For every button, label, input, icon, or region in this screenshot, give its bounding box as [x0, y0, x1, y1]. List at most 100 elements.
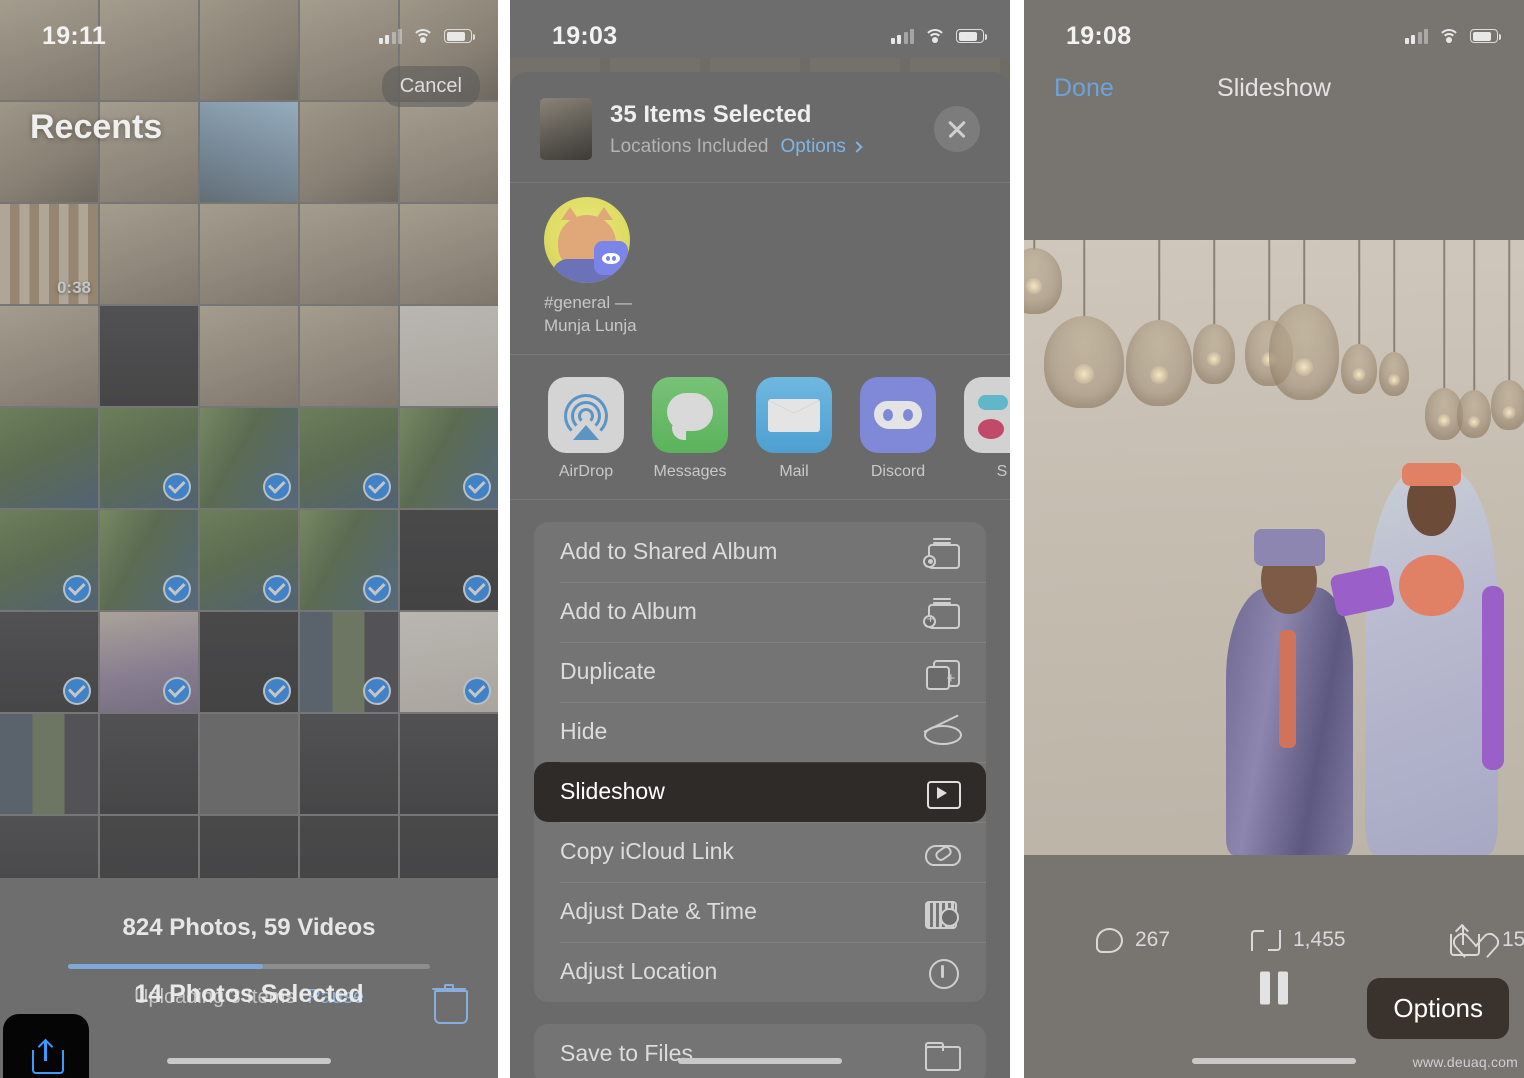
share-app-label: Discord — [870, 462, 926, 480]
photo-cell[interactable] — [400, 714, 498, 814]
action-hide[interactable]: Hide — [534, 701, 986, 762]
action-label: Duplicate — [560, 658, 656, 685]
photo-cell-selected[interactable] — [300, 510, 398, 610]
photos-bottom-bar: 824 Photos, 59 Videos Uploading 3 Items P… — [0, 878, 498, 1078]
photo-cell-selected[interactable] — [200, 612, 298, 712]
action-save-to-files[interactable]: Save to Files — [534, 1024, 986, 1078]
discord-icon — [860, 376, 936, 453]
options-button[interactable]: Options — [1367, 978, 1509, 1039]
selection-thumbnail — [540, 98, 592, 160]
selected-check-icon — [463, 575, 491, 603]
photo-cell-selected[interactable] — [300, 408, 398, 508]
photo-cell-selected[interactable] — [200, 510, 298, 610]
action-adjust-location[interactable]: Adjust Location — [534, 941, 986, 1002]
partial-app-icon — [964, 376, 1010, 453]
action-label: Add to Shared Album — [560, 538, 778, 565]
locations-included-label: Locations Included — [610, 135, 769, 157]
metric-retweets[interactable]: 1,455 — [1251, 928, 1346, 952]
share-app-discord[interactable]: Discord — [860, 376, 936, 481]
photo-cell[interactable] — [0, 714, 98, 814]
photo-cell-selected[interactable] — [0, 510, 98, 610]
action-add-to-shared-album[interactable]: Add to Shared Album — [534, 522, 986, 582]
share-sheet-header: 35 Items Selected Locations Included Opti… — [510, 72, 1010, 183]
contact-item[interactable]: #general — Munja Lunja — [544, 197, 648, 338]
photo-cell[interactable] — [300, 306, 398, 406]
library-count: 824 Photos, 59 Videos — [122, 914, 376, 941]
share-apps-row[interactable]: AirDrop Messages Mail Discord S — [510, 355, 1010, 500]
home-indicator — [1192, 1058, 1356, 1064]
mail-icon — [756, 376, 832, 453]
share-sheet-subtitle: Locations Included Options — [610, 136, 916, 158]
action-copy-icloud-link[interactable]: Copy iCloud Link — [534, 821, 986, 882]
share-sheet-header-text: 35 Items Selected Locations Included Opti… — [610, 101, 916, 158]
discord-badge-icon — [594, 241, 628, 275]
close-icon[interactable] — [934, 106, 980, 152]
photo-cell[interactable] — [100, 204, 198, 304]
photo-cell-selected[interactable] — [300, 612, 398, 712]
action-adjust-date-time[interactable]: Adjust Date & Time — [534, 881, 986, 942]
photo-cell[interactable] — [300, 714, 398, 814]
photo-cell[interactable] — [300, 204, 398, 304]
photo-cell-selected[interactable] — [400, 612, 498, 712]
action-slideshow[interactable]: Slideshow — [534, 761, 986, 822]
photo-cell[interactable] — [0, 408, 98, 508]
play-icon — [922, 776, 961, 809]
share-app-mail[interactable]: Mail — [756, 376, 832, 481]
photo-cell[interactable] — [0, 306, 98, 406]
photo-cell[interactable] — [100, 714, 198, 814]
items-selected-title: 35 Items Selected — [610, 100, 812, 128]
photo-cell-selected[interactable] — [400, 408, 498, 508]
metric-comments[interactable]: 267 — [1096, 927, 1170, 953]
slideshow-photo[interactable] — [1024, 240, 1524, 855]
folder-icon — [922, 1038, 961, 1071]
photo-cell-selected[interactable] — [0, 612, 98, 712]
action-label: Hide — [560, 718, 608, 745]
cellular-signal-icon — [890, 28, 914, 44]
photo-cell[interactable] — [200, 714, 298, 814]
pause-button[interactable] — [1260, 971, 1288, 1005]
share-app-messages[interactable]: Messages — [652, 376, 728, 481]
photo-cell[interactable] — [100, 306, 198, 406]
groom-figure — [1225, 528, 1354, 855]
photo-cell[interactable] — [200, 204, 298, 304]
action-duplicate[interactable]: Duplicate + — [534, 641, 986, 702]
photo-cell-selected[interactable] — [100, 510, 198, 610]
selected-check-icon — [363, 473, 391, 501]
selected-check-icon — [63, 575, 91, 603]
video-cell[interactable]: 0:38 — [0, 204, 98, 304]
selection-count: 14 Photos Selected — [134, 980, 364, 1008]
contact-name: #general — Munja Lunja — [544, 293, 637, 335]
battery-icon — [444, 29, 475, 43]
metric-share[interactable] — [1450, 923, 1480, 956]
photo-cell[interactable] — [200, 306, 298, 406]
trash-icon[interactable] — [432, 984, 468, 1024]
photo-cell[interactable] — [400, 204, 498, 304]
photo-cell[interactable] — [400, 102, 498, 202]
photo-cell-selected[interactable] — [200, 408, 298, 508]
photo-cell[interactable] — [400, 306, 498, 406]
share-app-partial[interactable]: S — [964, 376, 1010, 481]
photo-cell[interactable] — [200, 102, 298, 202]
comment-icon — [1096, 927, 1123, 953]
photo-cell-selected[interactable] — [400, 510, 498, 610]
phone-panel-slideshow: 19:08 Done Slideshow 267 1,455 15 Option… — [1024, 0, 1524, 1078]
share-icon — [32, 1038, 64, 1074]
share-app-airdrop[interactable]: AirDrop — [548, 376, 624, 481]
photo-cell[interactable] — [300, 102, 398, 202]
battery-icon — [956, 29, 987, 43]
photo-cell-selected[interactable] — [100, 612, 198, 712]
action-add-to-album[interactable]: Add to Album — [534, 581, 986, 642]
battery-icon — [1470, 29, 1501, 43]
cancel-button[interactable]: Cancel — [381, 66, 480, 107]
photo-cell-selected[interactable] — [100, 408, 198, 508]
options-link[interactable]: Options — [780, 136, 863, 157]
share-icon — [1450, 923, 1480, 956]
bride-figure — [1329, 462, 1504, 855]
airdrop-icon — [548, 376, 624, 453]
cellular-signal-icon — [378, 28, 402, 44]
pause-icon — [1260, 971, 1270, 1005]
share-actions-group-2: Save to Files — [534, 1023, 986, 1078]
share-app-label: Messages — [653, 462, 727, 480]
share-button[interactable] — [3, 1014, 89, 1078]
selected-check-icon — [263, 575, 291, 603]
